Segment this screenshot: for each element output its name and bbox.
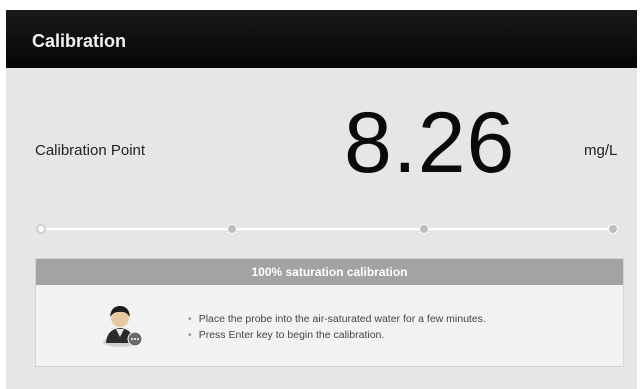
instruction-item: Press Enter key to begin the calibration… bbox=[188, 329, 486, 341]
title-bar: Calibration bbox=[6, 10, 637, 68]
progress-step-3 bbox=[419, 224, 429, 234]
calibration-value: 8.26 bbox=[344, 95, 516, 191]
calibration-point-label: Calibration Point bbox=[35, 142, 146, 159]
calibration-panel: 100% saturation calibration Place the pr… bbox=[35, 258, 624, 367]
window-title: Calibration bbox=[32, 31, 127, 51]
progress-step-4 bbox=[608, 224, 618, 234]
instruction-item: Place the probe into the air-saturated w… bbox=[188, 313, 486, 325]
calibration-window: Calibration Calibration Point 8.26 mg/L … bbox=[6, 10, 637, 389]
progress-track bbox=[40, 228, 615, 230]
progress-step-2 bbox=[227, 224, 237, 234]
instruction-list: Place the probe into the air-saturated w… bbox=[188, 313, 486, 345]
user-avatar-icon bbox=[103, 306, 143, 347]
panel-header: 100% saturation calibration bbox=[36, 259, 623, 285]
calibration-unit: mg/L bbox=[584, 142, 618, 159]
progress-step-1 bbox=[36, 224, 46, 234]
